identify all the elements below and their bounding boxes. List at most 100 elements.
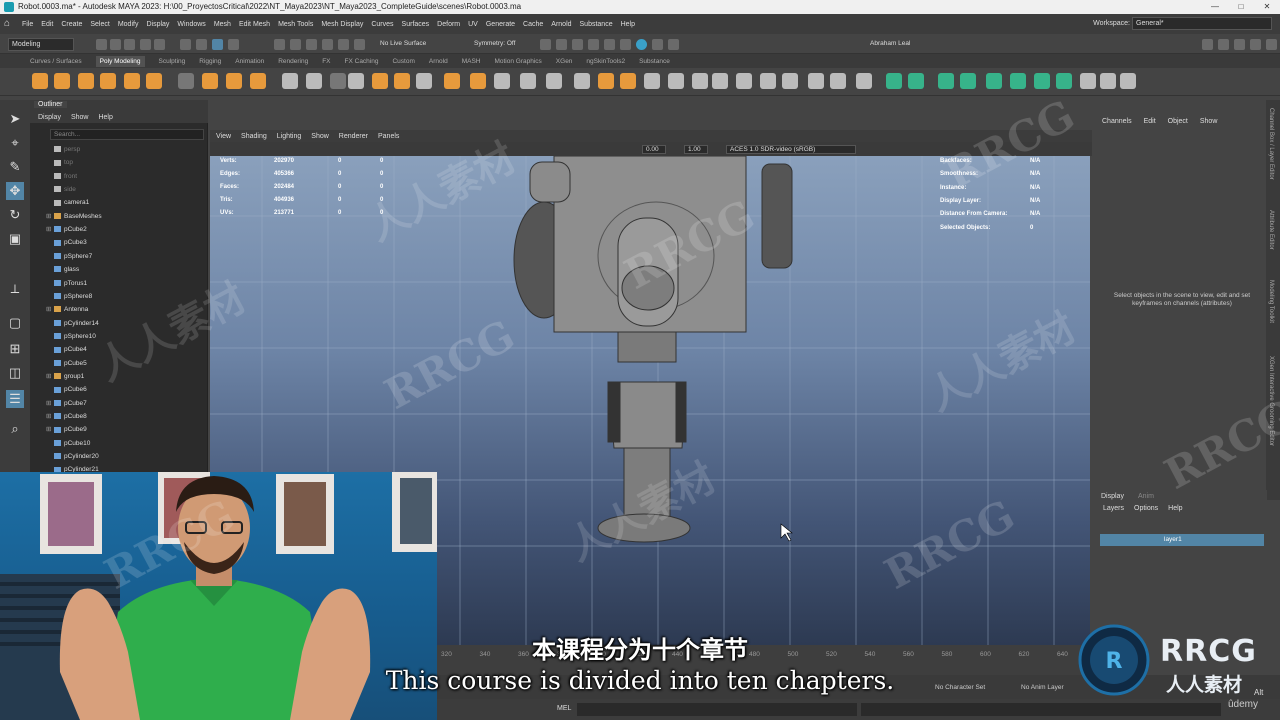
- select-hierarchy-icon[interactable]: [180, 39, 191, 50]
- channel-box-menu-show[interactable]: Show: [1200, 118, 1218, 125]
- shelf-tool-icon[interactable]: [692, 73, 708, 89]
- channel-box-menu-edit[interactable]: Edit: [1144, 118, 1156, 125]
- pause-icon[interactable]: [668, 39, 679, 50]
- side-tab-xgen[interactable]: XGen Interactive Grooming Editor: [1268, 356, 1274, 446]
- menu-edit[interactable]: Edit: [41, 21, 53, 28]
- shelf-tool-icon[interactable]: [78, 73, 94, 89]
- command-input[interactable]: [577, 703, 857, 716]
- render-frame-icon[interactable]: [556, 39, 567, 50]
- shelf-tool-icon[interactable]: [736, 73, 752, 89]
- shelf-tool-icon[interactable]: [444, 73, 460, 89]
- shelf-tool-icon[interactable]: [1034, 73, 1050, 89]
- shelf-tool-icon[interactable]: [226, 73, 242, 89]
- expand-icon[interactable]: ⊞: [46, 397, 54, 410]
- shelf-tool-icon[interactable]: [712, 73, 728, 89]
- arnold-ipr-icon[interactable]: [636, 39, 647, 50]
- outliner-item[interactable]: pSphere8: [46, 290, 92, 303]
- channel-box-menu-channels[interactable]: Channels: [1102, 118, 1132, 125]
- shelf-tool-icon[interactable]: [938, 73, 954, 89]
- gamma-field[interactable]: 1.00: [684, 145, 708, 154]
- minimize-button[interactable]: —: [1202, 0, 1228, 14]
- menu-mesh-display[interactable]: Mesh Display: [321, 21, 363, 28]
- shelf-tab-motion-graphics[interactable]: Motion Graphics: [494, 58, 541, 65]
- outliner-title[interactable]: Outliner: [34, 101, 67, 108]
- shelf-tab-curves-surfaces[interactable]: Curves / Surfaces: [30, 58, 82, 65]
- layer-row[interactable]: layer1: [1100, 534, 1264, 546]
- select-tool-icon[interactable]: ➤: [6, 110, 24, 128]
- shelf-tool-icon[interactable]: [1056, 73, 1072, 89]
- shelf-tab-animation[interactable]: Animation: [235, 58, 264, 65]
- hypershade-icon[interactable]: [604, 39, 615, 50]
- outliner-item[interactable]: pCube5: [46, 357, 87, 370]
- outliner-item[interactable]: persp: [46, 143, 80, 156]
- channel-box-toggle-icon[interactable]: [1250, 39, 1261, 50]
- expand-icon[interactable]: ⊞: [46, 223, 54, 236]
- shelf-tool-icon[interactable]: [908, 73, 924, 89]
- snap-icon[interactable]: [354, 39, 365, 50]
- shelf-tool-icon[interactable]: [54, 73, 70, 89]
- expand-icon[interactable]: ⊞: [46, 423, 54, 436]
- shelf-tool-icon[interactable]: [394, 73, 410, 89]
- shelf-tool-icon[interactable]: [644, 73, 660, 89]
- select-component-icon[interactable]: [212, 39, 223, 50]
- expand-icon[interactable]: ⊞: [46, 410, 54, 423]
- layer-menu-options[interactable]: Options: [1134, 505, 1158, 512]
- menu-mesh-tools[interactable]: Mesh Tools: [278, 21, 313, 28]
- shelf-tab-ngskintools2[interactable]: ngSkinTools2: [586, 58, 625, 65]
- shelf-tab-poly-modeling[interactable]: Poly Modeling: [95, 55, 145, 67]
- side-tab-attribute-editor[interactable]: Attribute Editor: [1268, 210, 1274, 250]
- shelf-tool-icon[interactable]: [668, 73, 684, 89]
- shelf-tool-icon[interactable]: [598, 73, 614, 89]
- menu-create[interactable]: Create: [61, 21, 82, 28]
- menu-surfaces[interactable]: Surfaces: [402, 21, 430, 28]
- undo-icon[interactable]: [140, 39, 151, 50]
- shelf-tool-icon[interactable]: [202, 73, 218, 89]
- maximize-button[interactable]: □: [1228, 0, 1254, 14]
- outliner-item[interactable]: side: [46, 183, 76, 196]
- side-tab-channel-box[interactable]: Channel Box / Layer Editor: [1268, 108, 1274, 180]
- layer-name[interactable]: layer1: [1164, 535, 1182, 545]
- snap-curve-icon[interactable]: [290, 39, 301, 50]
- search-icon[interactable]: ⌕: [6, 420, 24, 438]
- shelf-tool-icon[interactable]: [520, 73, 536, 89]
- layer-menu-help[interactable]: Help: [1168, 505, 1182, 512]
- shelf-tool-icon[interactable]: [886, 73, 902, 89]
- expand-icon[interactable]: ⊞: [46, 210, 54, 223]
- save-scene-icon[interactable]: [124, 39, 135, 50]
- viewport-menu-panels[interactable]: Panels: [378, 133, 399, 140]
- shelf-tool-icon[interactable]: [372, 73, 388, 89]
- viewport-menu-lighting[interactable]: Lighting: [277, 133, 302, 140]
- select-object-icon[interactable]: [196, 39, 207, 50]
- menu-file[interactable]: File: [22, 21, 33, 28]
- menu-cache[interactable]: Cache: [523, 21, 543, 28]
- shelf-tool-icon[interactable]: [574, 73, 590, 89]
- select-uv-icon[interactable]: [228, 39, 239, 50]
- user-account[interactable]: Abraham Leal: [870, 40, 910, 47]
- outliner-item[interactable]: pCube3: [46, 236, 87, 249]
- outliner-item[interactable]: ⊞ pCube8: [46, 410, 87, 423]
- outliner-item[interactable]: ⊞ BaseMeshes: [46, 210, 102, 223]
- shelf-tool-icon[interactable]: [546, 73, 562, 89]
- home-icon[interactable]: ⌂: [4, 18, 10, 29]
- shelf-tab-fx[interactable]: FX: [322, 58, 330, 65]
- ipr-icon[interactable]: [572, 39, 583, 50]
- arnold-render-view-icon[interactable]: [620, 39, 631, 50]
- outliner-item[interactable]: glass: [46, 263, 79, 276]
- snap-point-icon[interactable]: [306, 39, 317, 50]
- layout-icon[interactable]: [1202, 39, 1213, 50]
- shelf-tool-icon[interactable]: [306, 73, 322, 89]
- menu-substance[interactable]: Substance: [580, 21, 613, 28]
- side-tab-modeling-toolkit[interactable]: Modeling Toolkit: [1268, 280, 1274, 323]
- expand-icon[interactable]: ⊞: [46, 370, 54, 383]
- outliner-item[interactable]: pCylinder14: [46, 317, 99, 330]
- shelf-tool-icon[interactable]: [782, 73, 798, 89]
- shelf-tool-icon[interactable]: [856, 73, 872, 89]
- lasso-tool-icon[interactable]: ⌖: [6, 134, 24, 152]
- shelf-tool-icon[interactable]: [1120, 73, 1136, 89]
- move-tool-icon[interactable]: ✥: [6, 182, 24, 200]
- redo-icon[interactable]: [154, 39, 165, 50]
- menu-generate[interactable]: Generate: [486, 21, 515, 28]
- outliner-item[interactable]: ⊞ Antenna: [46, 303, 88, 316]
- menu-display[interactable]: Display: [146, 21, 169, 28]
- channel-box-menu-object[interactable]: Object: [1168, 118, 1188, 125]
